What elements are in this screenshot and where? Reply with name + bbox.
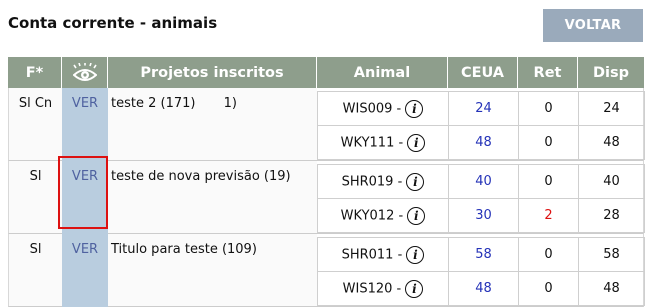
ceua-value[interactable]: 24 (448, 91, 519, 126)
project-title: teste de nova previsão (19) (111, 169, 291, 184)
project-title: teste 2 (171) (111, 96, 196, 111)
eye-icon (72, 62, 97, 81)
header-ret: Ret (518, 57, 578, 88)
animal-name: WIS009 - (342, 101, 402, 116)
info-icon[interactable]: i (407, 133, 426, 152)
ceua-link[interactable]: 58 (475, 247, 492, 262)
ceua-value[interactable]: 48 (448, 125, 519, 160)
ceua-value[interactable]: 48 (448, 271, 519, 306)
animal-name: WIS120 - (342, 281, 402, 296)
animal-cell: WKY012 - i (317, 198, 449, 233)
header-disp: Disp (578, 57, 644, 88)
project-name: teste 2 (171) 1) (108, 88, 317, 161)
animal-cell: SHR011 - i (317, 237, 449, 272)
ceua-link[interactable]: 40 (475, 174, 492, 189)
project-name: teste de nova previsão (19) (108, 161, 317, 234)
animal-subtable: SHR011 - i 58 0 58 WIS120 - i 48 0 48 (317, 237, 645, 306)
ceua-link[interactable]: 48 (475, 281, 492, 296)
header-animal: Animal (317, 57, 448, 88)
animal-subtable-cell: WIS009 - i 24 0 24 WKY111 - i 48 0 48 (317, 88, 645, 161)
ret-value: 0 (518, 164, 579, 199)
ceua-value[interactable]: 58 (448, 237, 519, 272)
disp-value: 40 (578, 164, 645, 199)
animal-subtable-cell: SHR011 - i 58 0 58 WIS120 - i 48 0 48 (317, 234, 645, 307)
row-flag: Sl Cn (8, 88, 62, 161)
header-eye (62, 57, 108, 88)
ret-value: 0 (518, 91, 579, 126)
disp-value: 48 (578, 271, 645, 306)
row-flag: Sl (8, 161, 62, 234)
ver-link[interactable]: VER (62, 234, 108, 307)
ret-value: 0 (518, 125, 579, 160)
project-name: Titulo para teste (109) (108, 234, 317, 307)
ver-link[interactable]: VER (62, 161, 108, 234)
ceua-value[interactable]: 40 (448, 164, 519, 199)
header-projetos: Projetos inscritos (108, 57, 317, 88)
animal-name: WKY111 - (340, 135, 404, 150)
header-ceua: CEUA (448, 57, 518, 88)
voltar-button[interactable]: VOLTAR (543, 9, 643, 42)
ver-link[interactable]: VER (62, 88, 108, 161)
animal-row: WKY111 - i 48 0 48 (317, 125, 645, 160)
animal-row: WKY012 - i 30 2 28 (317, 198, 645, 233)
ceua-value[interactable]: 30 (448, 198, 519, 233)
animal-cell: SHR019 - i (317, 164, 449, 199)
row-flag: Sl (8, 234, 62, 307)
disp-value: 58 (578, 237, 645, 272)
table-header-row: F* Projetos inscritos Animal CEUA Ret Di… (8, 57, 644, 88)
table-row: Sl Cn VER teste 2 (171) 1) WIS009 - i 24… (8, 88, 645, 161)
animal-name: SHR011 - (341, 247, 403, 262)
animal-row: SHR019 - i 40 0 40 (317, 164, 645, 199)
disp-value: 24 (578, 91, 645, 126)
info-icon[interactable]: i (406, 172, 425, 191)
animal-cell: WKY111 - i (317, 125, 449, 160)
animal-name: SHR019 - (341, 174, 403, 189)
info-icon[interactable]: i (407, 206, 426, 225)
animals-account-table: F* Projetos inscritos Animal CEUA Ret Di… (8, 57, 645, 307)
animal-cell: WIS009 - i (317, 91, 449, 126)
table-row: Sl VER Titulo para teste (109) SHR011 - … (8, 234, 645, 307)
ret-value: 0 (518, 271, 579, 306)
page-title: Conta corrente - animais (8, 14, 218, 32)
animal-row: WIS120 - i 48 0 48 (317, 271, 645, 306)
animal-subtable: WIS009 - i 24 0 24 WKY111 - i 48 0 48 (317, 91, 645, 160)
animal-name: WKY012 - (340, 208, 404, 223)
animal-cell: WIS120 - i (317, 271, 449, 306)
info-icon[interactable]: i (406, 245, 425, 264)
table-row: Sl VER teste de nova previsão (19) SHR01… (8, 161, 645, 234)
ceua-link[interactable]: 48 (475, 135, 492, 150)
ret-value: 0 (518, 237, 579, 272)
info-icon[interactable]: i (405, 99, 424, 118)
ceua-link[interactable]: 30 (475, 208, 492, 223)
project-extra: 1) (223, 96, 237, 111)
animal-subtable: SHR019 - i 40 0 40 WKY012 - i 30 2 28 (317, 164, 645, 233)
disp-value: 28 (578, 198, 645, 233)
animal-row: SHR011 - i 58 0 58 (317, 237, 645, 272)
info-icon[interactable]: i (405, 279, 424, 298)
disp-value: 48 (578, 125, 645, 160)
project-title: Titulo para teste (109) (111, 242, 257, 257)
ceua-link[interactable]: 24 (475, 101, 492, 116)
animal-row: WIS009 - i 24 0 24 (317, 91, 645, 126)
ret-value: 2 (518, 198, 579, 233)
animal-subtable-cell: SHR019 - i 40 0 40 WKY012 - i 30 2 28 (317, 161, 645, 234)
header-f: F* (8, 57, 62, 88)
